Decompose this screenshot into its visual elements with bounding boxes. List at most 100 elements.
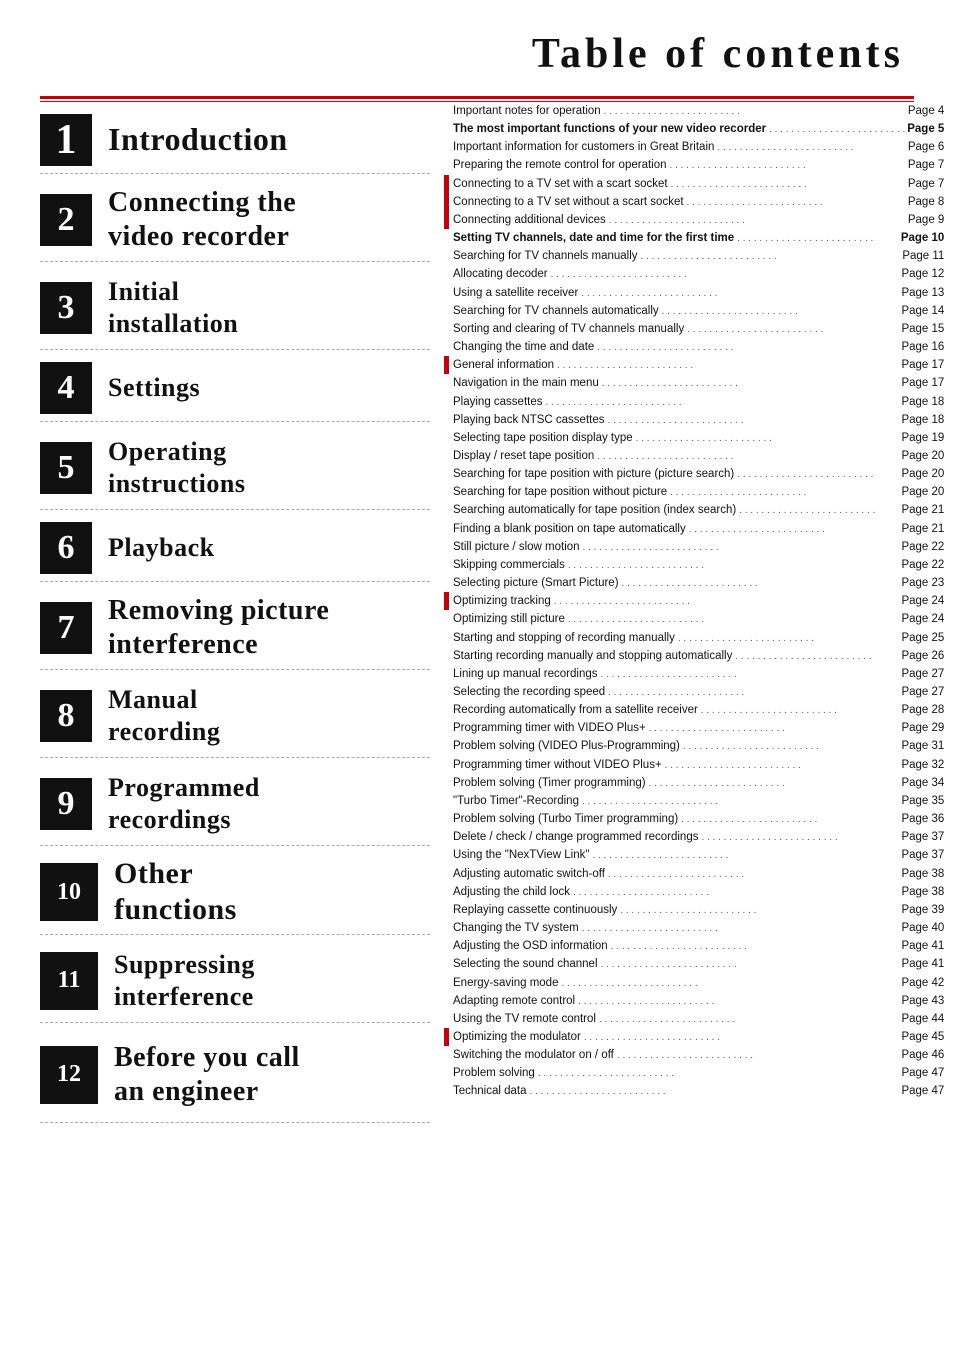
- toc-entry-text: Searching for TV channels manually: [453, 247, 638, 265]
- toc-entry-3: Preparing the remote control for operati…: [444, 156, 944, 174]
- toc-entry-dots: . . . . . . . . . . . . . . . . . . . . …: [766, 122, 907, 138]
- toc-entry-dots: . . . . . . . . . . . . . . . . . . . . …: [680, 739, 902, 755]
- toc-entry-text: Problem solving (VIDEO Plus-Programming): [453, 737, 680, 755]
- toc-entry-page: Page 20: [901, 447, 944, 465]
- toc-entry-text: Important notes for operation: [453, 102, 601, 120]
- toc-entry-dots: . . . . . . . . . . . . . . . . . . . . …: [667, 485, 901, 501]
- toc-entry-dots: . . . . . . . . . . . . . . . . . . . . …: [732, 649, 901, 665]
- toc-entry-page: Page 9: [908, 211, 944, 229]
- toc-entry-text: Changing the time and date: [453, 338, 594, 356]
- toc-entry-21: Searching for tape position without pict…: [444, 483, 944, 501]
- toc-entry-text: The most important functions of your new…: [453, 120, 766, 138]
- chapter-title-4: Settings: [108, 372, 200, 403]
- toc-entry-text: Skipping commercials: [453, 556, 565, 574]
- toc-entry-dots: . . . . . . . . . . . . . . . . . . . . …: [597, 667, 901, 683]
- toc-entry-text: Using the "NexTView Link": [453, 846, 589, 864]
- toc-entry-43: Adjusting the child lock . . . . . . . .…: [444, 883, 944, 901]
- toc-entry-text: Allocating decoder: [453, 265, 548, 283]
- red-bar-indicator: [444, 356, 449, 374]
- toc-entry-23: Finding a blank position on tape automat…: [444, 520, 944, 538]
- toc-entry-10: Using a satellite receiver . . . . . . .…: [444, 284, 944, 302]
- toc-entry-0: Important notes for operation . . . . . …: [444, 102, 944, 120]
- toc-entry-page: Page 21: [901, 501, 944, 519]
- toc-entry-44: Replaying cassette continuously . . . . …: [444, 901, 944, 919]
- toc-entry-dots: . . . . . . . . . . . . . . . . . . . . …: [684, 322, 901, 338]
- toc-entry-dots: . . . . . . . . . . . . . . . . . . . . …: [535, 1066, 902, 1082]
- toc-entry-text: Finding a blank position on tape automat…: [453, 520, 686, 538]
- toc-entry-text: Display / reset tape position: [453, 447, 594, 465]
- toc-entry-text: Using a satellite receiver: [453, 284, 578, 302]
- toc-entry-page: Page 15: [901, 320, 944, 338]
- toc-entry-text: Adjusting the child lock: [453, 883, 570, 901]
- toc-entry-dots: . . . . . . . . . . . . . . . . . . . . …: [698, 703, 902, 719]
- toc-entry-page: Page 5: [907, 120, 944, 138]
- toc-entry-dots: . . . . . . . . . . . . . . . . . . . . …: [668, 177, 908, 193]
- toc-entry-dots: . . . . . . . . . . . . . . . . . . . . …: [734, 467, 901, 483]
- toc-entry-dots: . . . . . . . . . . . . . . . . . . . . …: [734, 231, 901, 247]
- toc-entry-text: Selecting picture (Smart Picture): [453, 574, 619, 592]
- toc-entry-page: Page 20: [901, 483, 944, 501]
- toc-entry-text: Using the TV remote control: [453, 1010, 596, 1028]
- toc-entry-dots: . . . . . . . . . . . . . . . . . . . . …: [617, 903, 901, 919]
- toc-entry-page: Page 35: [901, 792, 944, 810]
- toc-entry-15: Navigation in the main menu . . . . . . …: [444, 374, 944, 392]
- toc-entry-text: Replaying cassette continuously: [453, 901, 617, 919]
- toc-entry-page: Page 7: [908, 175, 944, 193]
- toc-entry-dots: . . . . . . . . . . . . . . . . . . . . …: [646, 776, 902, 792]
- toc-entry-text: Starting recording manually and stopping…: [453, 647, 732, 665]
- toc-entry-2: Important information for customers in G…: [444, 138, 944, 156]
- toc-entry-47: Selecting the sound channel . . . . . . …: [444, 955, 944, 973]
- toc-entry-27: Optimizing tracking . . . . . . . . . . …: [444, 592, 944, 610]
- chapter-item-1: 1Introduction: [40, 102, 430, 174]
- toc-entry-5: Connecting to a TV set without a scart s…: [444, 193, 944, 211]
- chapter-num-2: 2: [40, 194, 92, 246]
- toc-entry-31: Lining up manual recordings . . . . . . …: [444, 665, 944, 683]
- toc-entry-13: Changing the time and date . . . . . . .…: [444, 338, 944, 356]
- toc-entry-text: Adapting remote control: [453, 992, 575, 1010]
- toc-entry-19: Display / reset tape position . . . . . …: [444, 447, 944, 465]
- toc-entry-text: Playing back NTSC cassettes: [453, 411, 604, 429]
- toc-entry-dots: . . . . . . . . . . . . . . . . . . . . …: [594, 340, 901, 356]
- toc-entry-text: Problem solving (Timer programming): [453, 774, 646, 792]
- toc-entry-page: Page 4: [908, 102, 944, 120]
- toc-entry-text: Setting TV channels, date and time for t…: [453, 229, 734, 247]
- chapter-title-6: Playback: [108, 532, 215, 563]
- red-bar-indicator: [444, 1028, 449, 1046]
- chapter-item-7: 7Removing pictureinterference: [40, 582, 430, 670]
- toc-entry-page: Page 46: [901, 1046, 944, 1064]
- toc-entry-16: Playing cassettes . . . . . . . . . . . …: [444, 393, 944, 411]
- toc-entry-text: Starting and stopping of recording manua…: [453, 629, 675, 647]
- toc-entry-text: Playing cassettes: [453, 393, 543, 411]
- toc-entry-text: Preparing the remote control for operati…: [453, 156, 667, 174]
- toc-entry-page: Page 10: [901, 229, 944, 247]
- toc-entry-page: Page 26: [901, 647, 944, 665]
- toc-entry-page: Page 27: [901, 665, 944, 683]
- toc-entry-dots: . . . . . . . . . . . . . . . . . . . . …: [554, 358, 901, 374]
- toc-entry-text: Changing the TV system: [453, 919, 579, 937]
- toc-entry-page: Page 29: [901, 719, 944, 737]
- toc-entry-text: Searching for tape position without pict…: [453, 483, 667, 501]
- chapter-item-11: 11Suppressinginterference: [40, 935, 430, 1023]
- toc-entry-page: Page 21: [901, 520, 944, 538]
- chapter-num-11: 11: [40, 952, 98, 1010]
- toc-entry-26: Selecting picture (Smart Picture) . . . …: [444, 574, 944, 592]
- toc-entry-text: "Turbo Timer"-Recording: [453, 792, 579, 810]
- toc-entry-dots: . . . . . . . . . . . . . . . . . . . . …: [580, 540, 902, 556]
- toc-entry-page: Page 6: [908, 138, 944, 156]
- toc-entry-dots: . . . . . . . . . . . . . . . . . . . . …: [589, 848, 901, 864]
- toc-entry-text: Connecting additional devices: [453, 211, 606, 229]
- toc-entry-dots: . . . . . . . . . . . . . . . . . . . . …: [543, 395, 902, 411]
- toc-entry-page: Page 14: [901, 302, 944, 320]
- toc-entry-text: Searching automatically for tape positio…: [453, 501, 736, 519]
- chapter-num-1: 1: [40, 114, 92, 166]
- chapter-title-9: Programmedrecordings: [108, 772, 260, 834]
- toc-entry-page: Page 38: [901, 883, 944, 901]
- chapter-num-5: 5: [40, 442, 92, 494]
- toc-entry-6: Connecting additional devices . . . . . …: [444, 211, 944, 229]
- toc-entry-page: Page 8: [908, 193, 944, 211]
- toc-entry-page: Page 47: [901, 1064, 944, 1082]
- toc-entry-dots: . . . . . . . . . . . . . . . . . . . . …: [606, 213, 908, 229]
- toc-entry-page: Page 16: [901, 338, 944, 356]
- toc-entry-33: Recording automatically from a satellite…: [444, 701, 944, 719]
- toc-entry-text: Connecting to a TV set without a scart s…: [453, 193, 684, 211]
